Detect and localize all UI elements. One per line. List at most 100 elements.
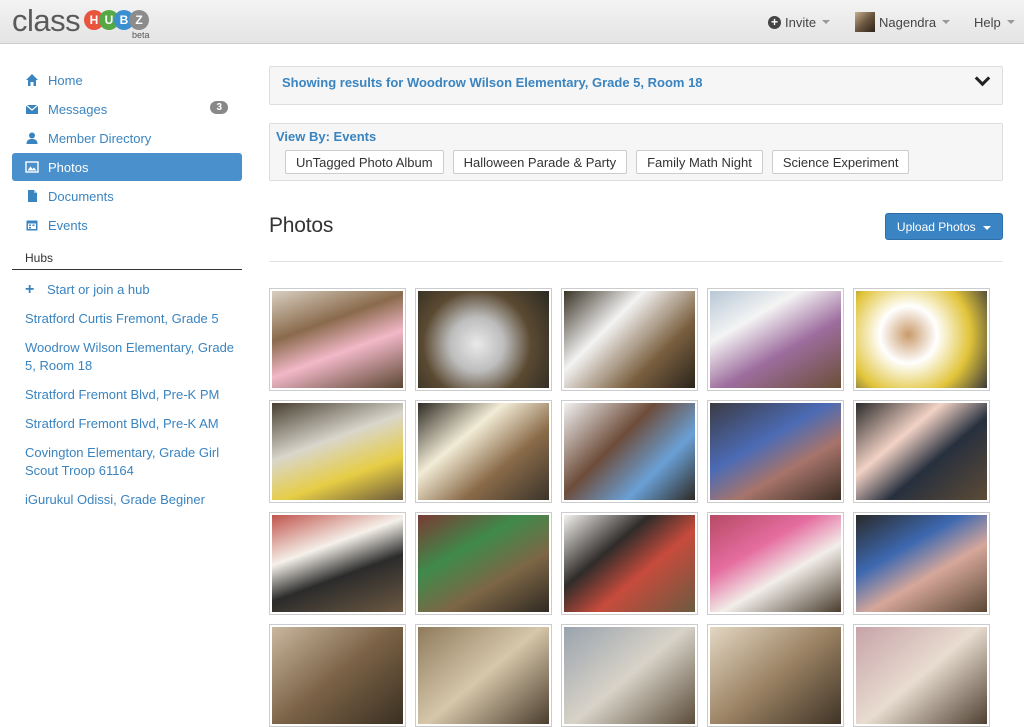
photo-image [272,515,403,612]
invite-menu[interactable]: + Invite [768,0,831,44]
sidebar-item-label: Member Directory [48,130,152,146]
hub-link[interactable]: Woodrow Wilson Elementary, Grade 5, Room… [12,334,242,381]
sidebar-item-label: Documents [48,188,114,204]
photo-thumbnail[interactable] [853,512,990,615]
event-tag-button[interactable]: UnTagged Photo Album [285,150,444,174]
sidebar-item-events[interactable]: Events [12,211,242,239]
caret-down-icon [1006,20,1015,24]
photo-image [710,291,841,388]
photo-image [272,291,403,388]
view-by-panel: View By: Events UnTagged Photo Album Hal… [269,123,1003,181]
photo-image [564,515,695,612]
user-menu[interactable]: Nagendra [855,0,951,44]
plus-icon: + [25,281,35,298]
photo-thumbnail[interactable] [415,288,552,391]
plus-circle-icon: + [768,15,781,29]
photo-thumbnail[interactable] [269,288,406,391]
photo-thumbnail[interactable] [853,624,990,727]
logo-bubble-z: Z [129,10,149,30]
caret-down-icon [942,20,951,24]
caret-down-icon [983,225,991,230]
file-icon [28,190,37,202]
hub-link[interactable]: Stratford Fremont Blvd, Pre-K PM [12,381,242,410]
upload-photos-label: Upload Photos [896,220,976,234]
photo-thumbnail[interactable] [561,512,698,615]
photo-image [710,627,841,724]
photo-thumbnail[interactable] [853,288,990,391]
photo-image [710,515,841,612]
photos-header: Photos Upload Photos [269,211,1003,241]
sidebar-item-home[interactable]: Home [12,66,242,94]
photo-image [564,627,695,724]
chevron-down-icon[interactable] [974,70,991,87]
photo-image [272,403,403,500]
event-tag-button[interactable]: Family Math Night [636,150,763,174]
beta-label: beta [132,30,150,40]
event-tag-button[interactable]: Halloween Parade & Party [452,150,628,174]
photo-thumbnail[interactable] [269,624,406,727]
sidebar: Home Messages 3 Member Directory Photos … [12,66,242,515]
caret-down-icon [822,20,831,24]
invite-label: Invite [785,14,817,30]
photo-image [856,291,987,388]
divider [269,261,1003,262]
photo-thumbnail[interactable] [561,400,698,503]
photo-thumbnail[interactable] [415,400,552,503]
event-tag-list: UnTagged Photo Album Halloween Parade & … [276,150,996,174]
photo-thumbnail[interactable] [269,400,406,503]
logo-wordmark: class [12,3,81,38]
view-by-label: View By: Events [276,129,377,144]
photo-thumbnail[interactable] [269,512,406,615]
sidebar-item-member-directory[interactable]: Member Directory [12,124,242,152]
photo-thumbnail[interactable] [707,400,844,503]
sidebar-item-label: Home [48,72,83,88]
start-join-hub-link[interactable]: + Start or join a hub [12,276,242,305]
hub-link[interactable]: iGurukul Odissi, Grade Beginer [12,486,242,515]
photo-image [856,515,987,612]
envelope-icon [25,104,39,114]
photo-image [564,403,695,500]
hub-link[interactable]: Covington Elementary, Grade Girl Scout T… [12,439,242,486]
home-icon [26,74,38,86]
photo-thumbnail[interactable] [415,624,552,727]
photo-image [564,291,695,388]
picture-icon [25,161,39,173]
sidebar-item-messages[interactable]: Messages 3 [12,95,242,123]
results-text: Showing results for Woodrow Wilson Eleme… [282,75,703,90]
message-count-badge: 3 [210,101,228,114]
user-name: Nagendra [879,14,937,30]
photo-image [418,515,549,612]
avatar [855,12,875,32]
hub-link[interactable]: Stratford Fremont Blvd, Pre-K AM [12,410,242,439]
sidebar-item-label: Messages [48,101,108,117]
hubs-heading: Hubs [12,243,242,270]
photo-image [272,627,403,724]
top-navbar: class H U B Z beta + Invite Nagendra Hel… [0,0,1024,44]
sidebar-item-documents[interactable]: Documents [12,182,242,210]
photo-image [418,403,549,500]
event-tag-button[interactable]: Science Experiment [771,150,910,174]
photo-thumbnail[interactable] [707,624,844,727]
help-label: Help [974,14,1001,30]
user-icon [26,132,38,144]
photo-image [710,403,841,500]
sidebar-item-photos[interactable]: Photos [12,153,242,181]
photo-thumbnail[interactable] [707,512,844,615]
upload-photos-button[interactable]: Upload Photos [884,213,1003,240]
photo-thumbnail[interactable] [853,400,990,503]
photo-image [418,291,549,388]
hub-link-label: Start or join a hub [47,282,150,297]
calendar-icon [26,220,38,231]
photo-thumbnail[interactable] [707,288,844,391]
photo-thumbnail[interactable] [561,624,698,727]
results-panel: Showing results for Woodrow Wilson Eleme… [269,66,1003,105]
photo-image [418,627,549,724]
photo-thumbnail[interactable] [415,512,552,615]
main-content: Showing results for Woodrow Wilson Eleme… [269,66,1003,262]
sidebar-item-label: Events [48,217,88,233]
photo-image [856,627,987,724]
photo-thumbnail[interactable] [561,288,698,391]
help-menu[interactable]: Help [974,0,1015,44]
photo-image [856,403,987,500]
hub-link[interactable]: Stratford Curtis Fremont, Grade 5 [12,305,242,334]
